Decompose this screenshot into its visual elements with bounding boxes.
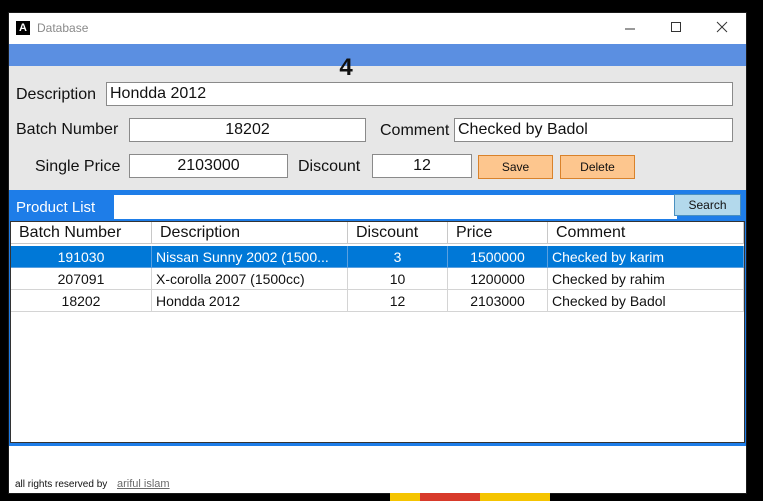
description-label: Description [16, 86, 97, 103]
discount-label: Discount [298, 158, 361, 175]
cell-description: Nissan Sunny 2002 (1500... [152, 246, 348, 268]
author-link[interactable]: ariful islam [117, 478, 170, 490]
cell-discount: 10 [348, 268, 448, 290]
footer-text: all rights reserved by [15, 479, 108, 490]
background-deco-accent [420, 493, 480, 501]
comment-field[interactable]: Checked by Badol [454, 118, 733, 142]
batch-number-label: Batch Number [16, 121, 119, 138]
cell-comment: Checked by rahim [548, 268, 744, 290]
header-strip [9, 44, 746, 66]
column-header-description[interactable]: Description [152, 222, 348, 244]
maximize-icon [671, 22, 681, 32]
database-window: A Database Description Hondda 2012 Batch… [9, 13, 746, 493]
grid-header: Batch Number Description Discount Price … [11, 222, 744, 244]
product-list-panel: Product List Search Batch Number Descrip… [9, 190, 746, 446]
cell-discount: 12 [348, 290, 448, 312]
maximize-button[interactable] [653, 13, 699, 44]
column-header-discount[interactable]: Discount [348, 222, 448, 244]
description-field[interactable]: Hondda 2012 [106, 82, 733, 106]
column-header-batch-number[interactable]: Batch Number [11, 222, 152, 244]
product-form: Description Hondda 2012 Batch Number 182… [9, 66, 746, 190]
cell-price: 2103000 [448, 290, 548, 312]
minimize-button[interactable] [607, 13, 653, 44]
close-icon [716, 21, 728, 33]
cell-batch-number: 207091 [11, 268, 152, 290]
cell-description: Hondda 2012 [152, 290, 348, 312]
single-price-field[interactable]: 2103000 [129, 154, 288, 178]
search-button[interactable]: Search [674, 194, 741, 216]
column-header-comment[interactable]: Comment [548, 222, 744, 244]
discount-field[interactable]: 12 [372, 154, 472, 178]
save-button[interactable]: Save [478, 155, 553, 179]
cell-comment: Checked by Badol [548, 290, 744, 312]
cell-price: 1200000 [448, 268, 548, 290]
comment-label: Comment [380, 122, 450, 139]
product-grid[interactable]: Batch Number Description Discount Price … [10, 221, 745, 443]
title-bar[interactable]: A Database [9, 13, 746, 44]
cell-comment: Checked by karim [548, 246, 744, 268]
table-row[interactable]: 18202 Hondda 2012 12 2103000 Checked by … [11, 290, 744, 312]
minimize-icon [625, 28, 635, 30]
delete-button[interactable]: Delete [560, 155, 635, 179]
cell-batch-number: 191030 [11, 246, 152, 268]
window-title: Database [37, 21, 89, 35]
cell-price: 1500000 [448, 246, 548, 268]
cell-discount: 3 [348, 246, 448, 268]
batch-number-field[interactable]: 18202 [129, 118, 366, 142]
app-icon: A [16, 21, 30, 35]
close-button[interactable] [699, 13, 745, 44]
cell-batch-number: 18202 [11, 290, 152, 312]
table-row[interactable]: 191030 Nissan Sunny 2002 (1500... 3 1500… [11, 246, 744, 268]
table-row[interactable]: 207091 X-corolla 2007 (1500cc) 10 120000… [11, 268, 744, 290]
single-price-label: Single Price [35, 158, 121, 175]
cell-description: X-corolla 2007 (1500cc) [152, 268, 348, 290]
column-header-price[interactable]: Price [448, 222, 548, 244]
search-input[interactable] [114, 195, 677, 219]
product-list-title: Product List [16, 199, 96, 216]
record-counter: 4 [339, 54, 353, 81]
